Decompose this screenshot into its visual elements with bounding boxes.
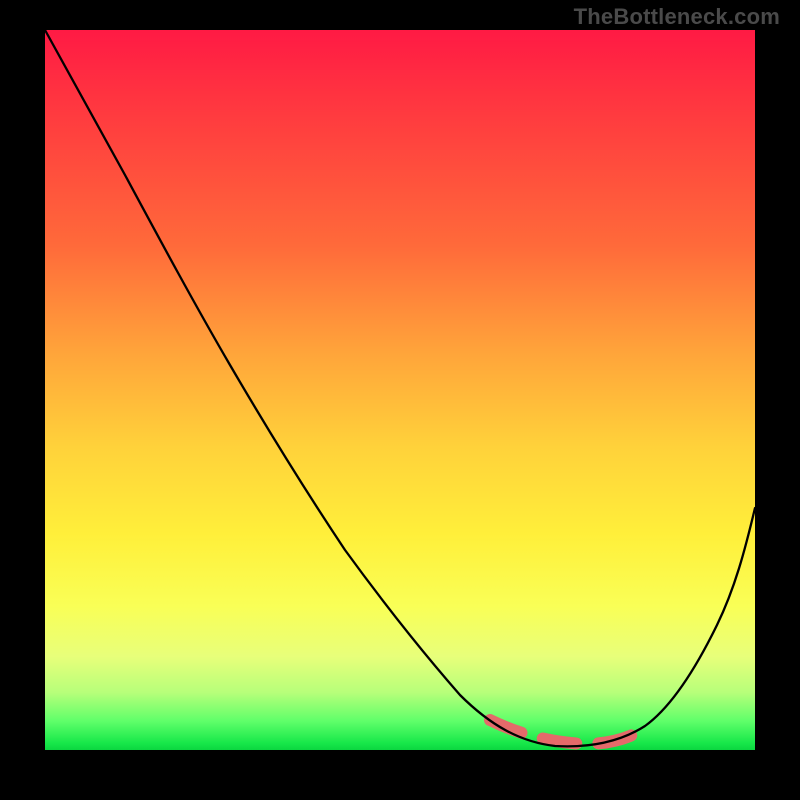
watermark-text: TheBottleneck.com [574, 4, 780, 30]
curve-svg [45, 30, 755, 750]
plot-area [45, 30, 755, 750]
optimal-range-highlight [490, 720, 647, 744]
bottleneck-curve [45, 30, 755, 746]
chart-container: TheBottleneck.com [0, 0, 800, 800]
